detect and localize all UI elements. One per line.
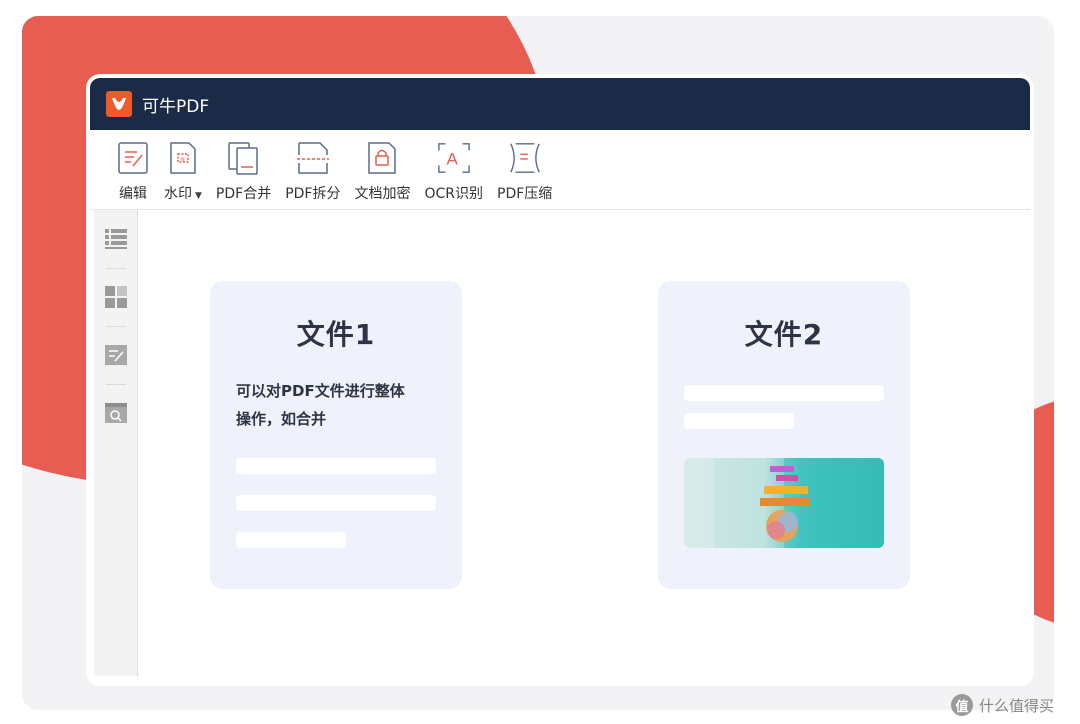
watermark-label: 水印 ▼ — [164, 186, 202, 202]
pdf-split-label: PDF拆分 — [285, 186, 341, 202]
placeholder-line — [684, 413, 794, 429]
file-card-2[interactable]: 文件2 — [658, 281, 910, 589]
watermark-icon: ≋ — [166, 139, 200, 177]
svg-text:A: A — [446, 150, 458, 169]
document-encrypt-label: 文档加密 — [354, 186, 411, 202]
pdf-compress-button[interactable]: PDF压缩 — [497, 139, 552, 203]
pdf-compress-label: PDF压缩 — [497, 186, 553, 202]
placeholder-line — [684, 385, 884, 401]
ocr-icon: A — [437, 139, 471, 177]
pdf-merge-button[interactable]: PDF合并 — [216, 139, 271, 203]
watermark-text: 什么值得买 — [978, 696, 1054, 715]
sidebar-item-thumbnails[interactable] — [94, 268, 138, 326]
compress-icon — [508, 139, 542, 177]
document-area: 文件1 可以对PDF文件进行整体 操作，如合并 文件2 — [90, 210, 1030, 682]
placeholder-line — [236, 532, 346, 548]
ocr-label: OCR识别 — [424, 186, 484, 202]
document-thumbnail-image — [684, 458, 884, 548]
svg-text:≋: ≋ — [180, 156, 185, 163]
sidebar-item-outline[interactable] — [94, 210, 138, 268]
app-window: 可牛PDF 编辑 ≋ 水印 ▼ PDF合并 PDF拆分 文档加密 A OCR识别… — [90, 78, 1030, 682]
placeholder-line — [236, 495, 436, 511]
watermark-logo-icon: 值 — [950, 694, 973, 716]
left-sidebar — [94, 210, 138, 676]
sidebar-item-annotations[interactable] — [94, 326, 138, 384]
edit-label: 编辑 — [119, 186, 147, 202]
list-icon — [105, 229, 127, 249]
document-encrypt-button[interactable]: 文档加密 — [354, 139, 410, 203]
file-card-1[interactable]: 文件1 可以对PDF文件进行整体 操作，如合并 — [210, 281, 462, 589]
split-icon — [296, 139, 330, 177]
placeholder-line — [236, 458, 436, 474]
annotation-icon — [105, 345, 127, 365]
ocr-button[interactable]: A OCR识别 — [424, 139, 483, 203]
edit-icon — [116, 139, 150, 177]
lock-icon — [365, 139, 399, 177]
watermark-button[interactable]: ≋ 水印 ▼ — [164, 139, 202, 203]
file-card-title: 文件2 — [744, 318, 824, 351]
pdf-split-button[interactable]: PDF拆分 — [285, 139, 340, 203]
search-icon — [105, 403, 127, 423]
toolbar: 编辑 ≋ 水印 ▼ PDF合并 PDF拆分 文档加密 A OCR识别 PDF压缩 — [90, 130, 1030, 210]
sidebar-item-search[interactable] — [94, 384, 138, 442]
title-bar: 可牛PDF — [90, 78, 1030, 130]
file-card-title: 文件1 — [296, 318, 376, 351]
edit-button[interactable]: 编辑 — [116, 139, 150, 203]
site-watermark: 值 什么值得买 — [950, 694, 1054, 716]
chevron-down-icon: ▼ — [195, 191, 202, 201]
merge-icon — [227, 139, 261, 177]
file-card-description: 可以对PDF文件进行整体 操作，如合并 — [236, 382, 405, 428]
pdf-merge-label: PDF合并 — [215, 186, 272, 202]
background-stage: 可牛PDF 编辑 ≋ 水印 ▼ PDF合并 PDF拆分 文档加密 A OCR识别… — [22, 16, 1054, 710]
thumbnail-grid-icon — [105, 286, 127, 308]
app-title: 可牛PDF — [142, 96, 210, 117]
app-logo-icon — [106, 91, 132, 117]
